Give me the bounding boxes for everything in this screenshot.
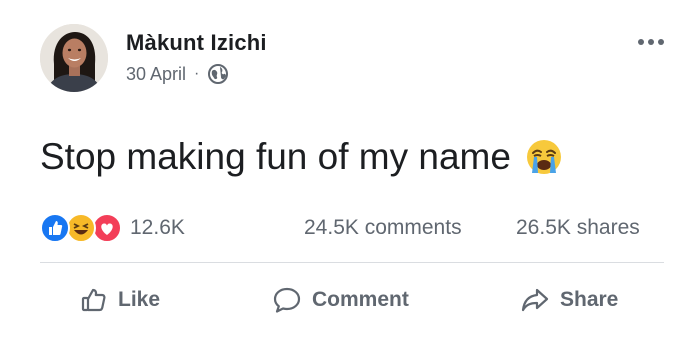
facebook-post: Màkunt Izichi 30 April · Stop making fun… bbox=[0, 0, 700, 350]
dot bbox=[638, 39, 644, 45]
author-name[interactable]: Màkunt Izichi bbox=[126, 30, 267, 56]
divider bbox=[40, 262, 664, 263]
dot bbox=[648, 39, 654, 45]
reactions-summary[interactable]: 12.6K bbox=[40, 213, 185, 243]
like-button[interactable]: Like bbox=[80, 282, 160, 318]
more-options-icon[interactable] bbox=[638, 32, 664, 52]
comments-count[interactable]: 24.5K comments bbox=[304, 216, 462, 240]
reactions-count: 12.6K bbox=[130, 216, 185, 239]
post-text: Stop making fun of my name bbox=[40, 136, 563, 178]
comment-icon bbox=[273, 287, 301, 313]
post-text-content: Stop making fun of my name bbox=[40, 136, 511, 177]
thumbs-up-icon bbox=[81, 288, 106, 312]
like-label: Like bbox=[118, 288, 161, 311]
meta-separator: · bbox=[194, 65, 200, 82]
reaction-icons bbox=[40, 213, 124, 243]
comment-label: Comment bbox=[312, 288, 409, 311]
author-avatar[interactable] bbox=[40, 24, 108, 92]
avatar-image bbox=[40, 24, 108, 92]
post-meta: 30 April · bbox=[126, 62, 229, 86]
dot bbox=[658, 39, 664, 45]
love-reaction-icon bbox=[92, 213, 122, 243]
like-reaction-icon bbox=[40, 213, 70, 243]
comment-button[interactable]: Comment bbox=[272, 282, 409, 318]
crying-face-emoji bbox=[525, 138, 563, 176]
haha-reaction-icon bbox=[66, 213, 96, 243]
shares-count[interactable]: 26.5K shares bbox=[516, 216, 640, 240]
share-label: Share bbox=[560, 288, 619, 311]
share-button[interactable]: Share bbox=[520, 282, 618, 318]
share-arrow-icon bbox=[521, 288, 549, 312]
post-date[interactable]: 30 April bbox=[126, 64, 186, 85]
globe-icon[interactable] bbox=[207, 63, 229, 85]
